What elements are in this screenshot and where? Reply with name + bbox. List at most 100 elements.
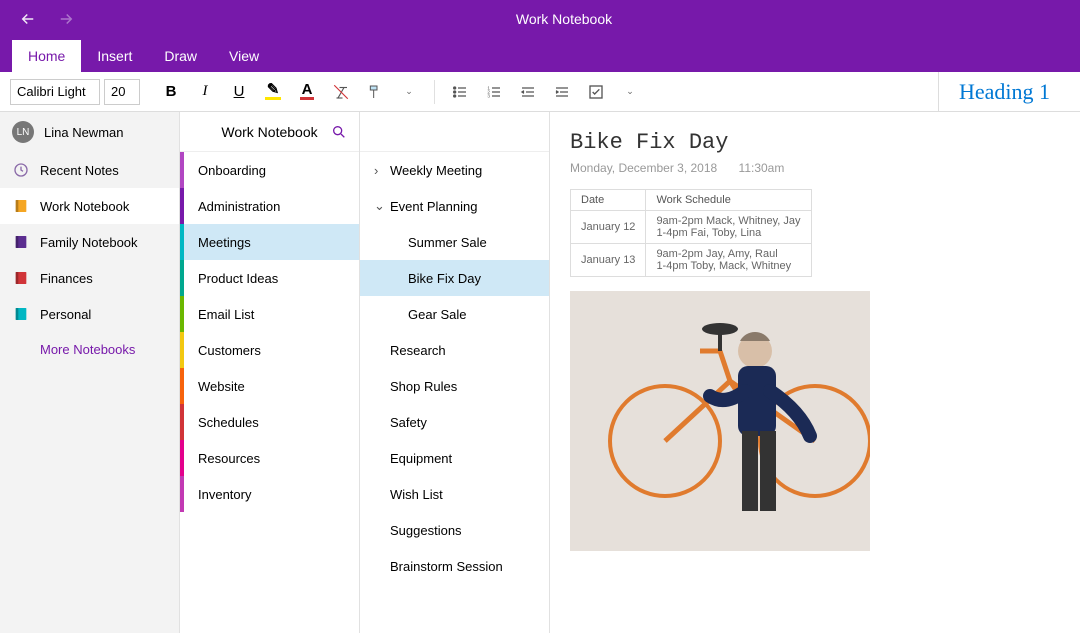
font-name-input[interactable] [10,79,100,105]
tab-insert[interactable]: Insert [81,40,148,72]
page-label: Suggestions [390,523,462,538]
more-notebooks-link[interactable]: More Notebooks [0,332,179,367]
section-label: Administration [198,199,280,214]
font-size-input[interactable] [104,79,140,105]
clear-formatting-button[interactable] [326,77,356,107]
page-item[interactable]: Equipment [360,440,549,476]
tab-home[interactable]: Home [12,40,81,72]
highlight-button[interactable]: ✎ [258,77,288,107]
user-name: Lina Newman [44,125,124,140]
section-label: Meetings [198,235,251,250]
table-row[interactable]: January 129am-2pm Mack, Whitney, Jay1-4p… [571,211,812,244]
back-button[interactable] [18,9,38,29]
section-label: Website [198,379,245,394]
avatar: LN [12,121,34,143]
table-header-schedule: Work Schedule [646,190,811,211]
notebook-item[interactable]: Work Notebook [0,188,179,224]
page-item[interactable]: Shop Rules [360,368,549,404]
recent-notes-label: Recent Notes [40,163,119,178]
expand-icon[interactable]: › [374,163,384,178]
recent-notes[interactable]: Recent Notes [0,152,179,188]
todo-tag-button[interactable] [581,77,611,107]
section-item[interactable]: Product Ideas [180,260,359,296]
page-item[interactable]: Bike Fix Day [360,260,549,296]
bullet-list-button[interactable] [445,77,475,107]
page-item[interactable]: Brainstorm Session [360,548,549,584]
page-label: Wish List [390,487,443,502]
page-item[interactable]: Safety [360,404,549,440]
section-item[interactable]: Administration [180,188,359,224]
indent-button[interactable] [547,77,577,107]
section-label: Inventory [198,487,251,502]
cell-date: January 12 [571,211,646,244]
page-item[interactable]: Summer Sale [360,224,549,260]
notebook-icon [12,233,30,251]
search-icon[interactable] [331,124,347,140]
page-title[interactable]: Bike Fix Day [570,130,1060,155]
more-font-button[interactable]: ⌄ [394,77,424,107]
section-item[interactable]: Onboarding [180,152,359,188]
page-item[interactable]: Research [360,332,549,368]
page-item[interactable]: Gear Sale [360,296,549,332]
user-row[interactable]: LN Lina Newman [0,112,179,152]
format-painter-button[interactable] [360,77,390,107]
table-header-date: Date [571,190,646,211]
section-item[interactable]: Resources [180,440,359,476]
font-color-button[interactable]: A [292,77,322,107]
tab-view[interactable]: View [213,40,275,72]
notebook-label: Family Notebook [40,235,138,250]
sections-pane: Work Notebook Onboarding Administration Me… [180,112,360,633]
sections-title: Work Notebook [221,124,317,140]
page-item[interactable]: ›Weekly Meeting [360,152,549,188]
notebook-icon [12,305,30,323]
section-label: Email List [198,307,254,322]
section-item[interactable]: Email List [180,296,359,332]
section-label: Resources [198,451,260,466]
outdent-button[interactable] [513,77,543,107]
sections-header: Work Notebook [180,112,359,152]
section-item[interactable]: Website [180,368,359,404]
page-meta: Monday, December 3, 2018 11:30am [570,161,1060,175]
bold-button[interactable]: B [156,77,186,107]
cell-date: January 13 [571,244,646,277]
window-title: Work Notebook [88,11,920,27]
section-item[interactable]: Customers [180,332,359,368]
page-canvas[interactable]: Bike Fix Day Monday, December 3, 2018 11… [550,112,1080,633]
italic-button[interactable]: I [190,77,220,107]
ribbon: B I U ✎ A ⌄ 123 ⌄ Heading 1 [0,72,1080,112]
more-paragraph-button[interactable]: ⌄ [615,77,645,107]
page-date: Monday, December 3, 2018 [570,161,717,175]
page-item[interactable]: Suggestions [360,512,549,548]
embedded-image[interactable] [570,291,870,551]
forward-button[interactable] [56,9,76,29]
number-list-button[interactable]: 123 [479,77,509,107]
section-item[interactable]: Meetings [180,224,359,260]
page-label: Safety [390,415,427,430]
notebook-nav: LN Lina Newman Recent Notes Work Noteboo… [0,112,180,633]
underline-button[interactable]: U [224,77,254,107]
pages-pane: ›Weekly Meeting ⌄ Event Planning Summer Sal… [360,112,550,633]
styles-heading[interactable]: Heading 1 [938,72,1070,111]
tab-draw[interactable]: Draw [148,40,213,72]
svg-text:3: 3 [487,93,490,98]
page-label: Brainstorm Session [390,559,503,574]
table-row[interactable]: January 139am-2pm Jay, Amy, Raul1-4pm To… [571,244,812,277]
notebook-item[interactable]: Personal [0,296,179,332]
page-label: Summer Sale [408,235,487,250]
section-item[interactable]: Inventory [180,476,359,512]
page-label: Equipment [390,451,452,466]
notebook-icon [12,269,30,287]
collapse-icon[interactable]: ⌄ [374,198,384,214]
notebook-item[interactable]: Family Notebook [0,224,179,260]
cell-schedule: 9am-2pm Mack, Whitney, Jay1-4pm Fai, Tob… [646,211,811,244]
page-item[interactable]: Wish List [360,476,549,512]
page-label: Event Planning [390,199,477,214]
cell-schedule: 9am-2pm Jay, Amy, Raul1-4pm Toby, Mack, … [646,244,811,277]
page-item[interactable]: ⌄ Event Planning [360,188,549,224]
notebook-item[interactable]: Finances [0,260,179,296]
notebook-icon [12,197,30,215]
schedule-table[interactable]: Date Work Schedule January 129am-2pm Mac… [570,189,812,277]
page-label: Gear Sale [408,307,467,322]
page-label: Research [390,343,446,358]
section-item[interactable]: Schedules [180,404,359,440]
